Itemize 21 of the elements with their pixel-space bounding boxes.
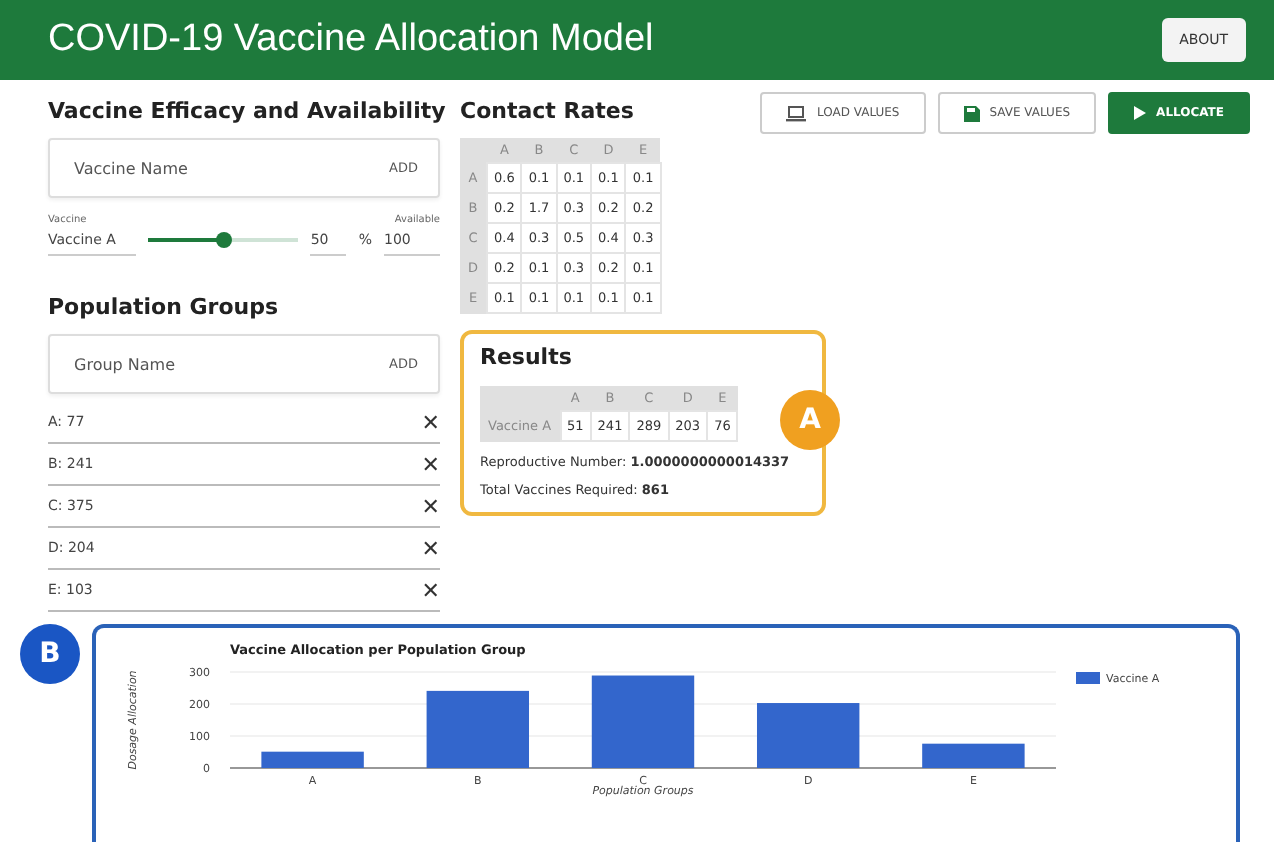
close-icon[interactable]: ✕ xyxy=(421,451,440,477)
chart-bar xyxy=(426,690,529,768)
section-title: Results xyxy=(480,344,572,370)
callout-badge: A xyxy=(780,390,840,450)
close-icon[interactable]: ✕ xyxy=(421,577,440,603)
chart-bar xyxy=(591,675,695,768)
chart-bar xyxy=(922,743,1025,768)
callout-badge: B xyxy=(20,624,80,684)
laptop-icon xyxy=(786,105,807,121)
section-title: Vaccine Efficacy and Availability xyxy=(48,98,446,124)
slider-thumb[interactable] xyxy=(215,232,232,248)
chart-bar xyxy=(261,751,364,768)
section-title: Contact Rates xyxy=(460,98,634,124)
save-icon xyxy=(963,105,980,121)
chart-bar xyxy=(757,703,860,768)
play-icon xyxy=(1134,106,1147,120)
close-icon[interactable]: ✕ xyxy=(421,493,440,519)
close-icon[interactable]: ✕ xyxy=(421,535,440,561)
close-icon[interactable]: ✕ xyxy=(421,409,440,435)
app-title: COVID-19 Vaccine Allocation Model xyxy=(48,18,654,62)
section-title: Population Groups xyxy=(48,294,279,320)
